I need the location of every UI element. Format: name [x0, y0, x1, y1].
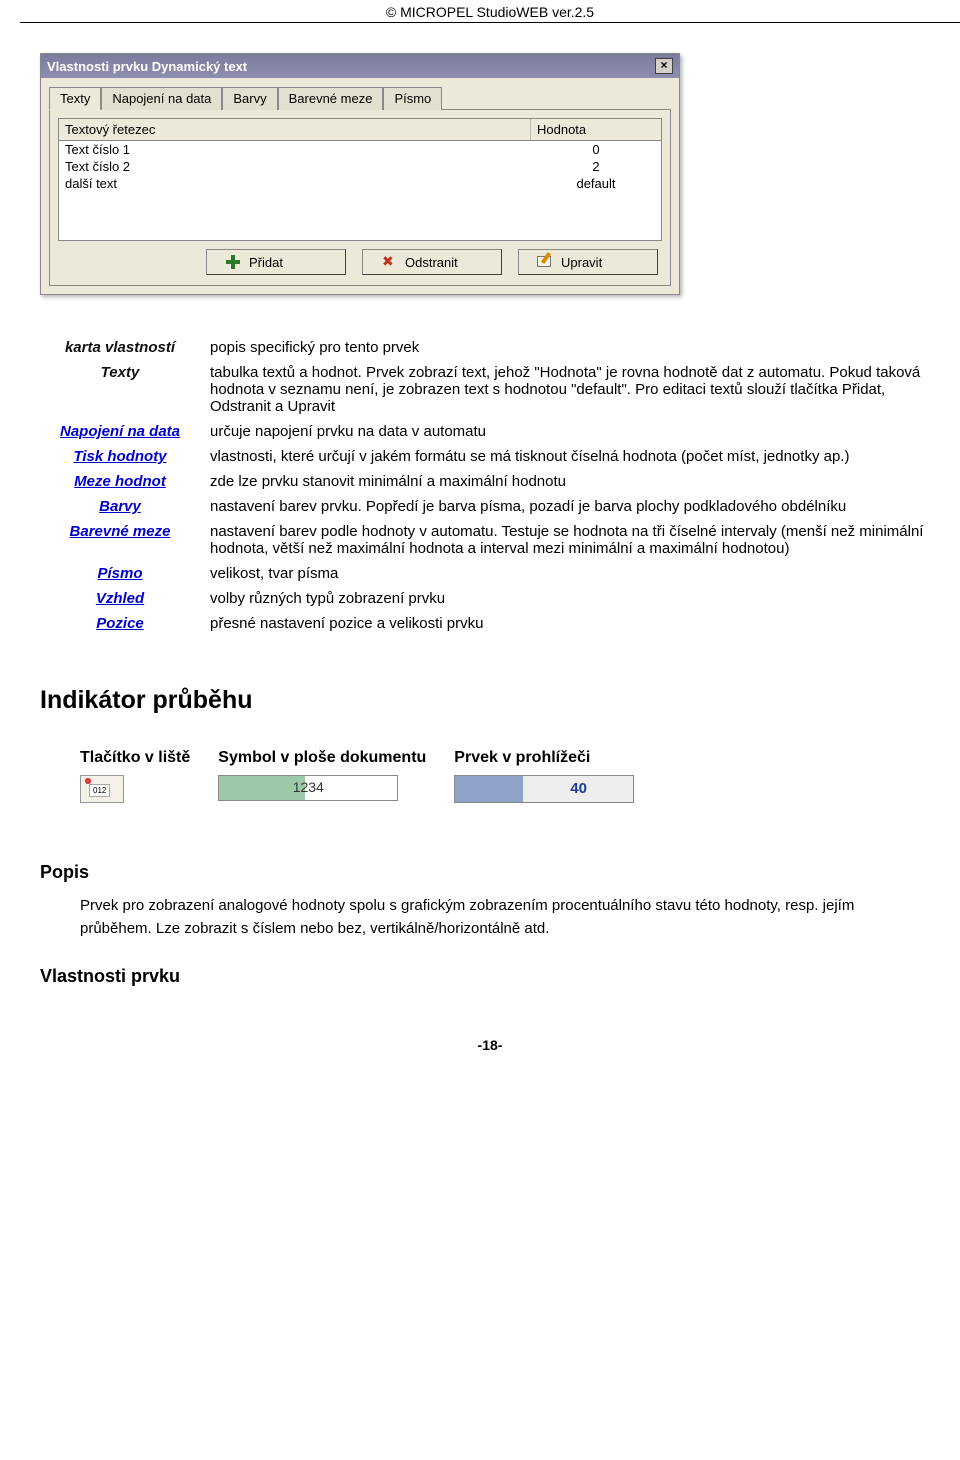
list-body[interactable]: Text číslo 1 0 Text číslo 2 2 další text…: [58, 141, 662, 241]
add-button[interactable]: Přidat: [206, 249, 346, 275]
remove-button-label: Odstranit: [405, 255, 458, 270]
prop-label-link[interactable]: Pozice: [40, 611, 200, 636]
tab-napojeni[interactable]: Napojení na data: [101, 87, 222, 110]
section-title: Indikátor průběhu: [40, 686, 940, 715]
prop-label-link[interactable]: Vzhled: [40, 586, 200, 611]
prop-label: Texty: [40, 360, 200, 419]
table-row: Barevné meze nastavení barev podle hodno…: [40, 519, 940, 561]
list-item[interactable]: další text default: [59, 175, 661, 192]
list-item-text: Text číslo 1: [59, 141, 531, 158]
prop-desc: vlastnosti, které určují v jakém formátu…: [200, 444, 940, 469]
prop-desc: tabulka textů a hodnot. Prvek zobrazí te…: [200, 360, 940, 419]
prop-desc: zde lze prvku stanovit minimální a maxim…: [200, 469, 940, 494]
props-header-right: popis specifický pro tento prvek: [200, 335, 940, 360]
tab-pane: Textový řetezec Hodnota Text číslo 1 0 T…: [49, 109, 671, 286]
col-value: Hodnota: [531, 119, 661, 140]
plus-icon: [225, 254, 241, 270]
prop-desc: nastavení barev podle hodnoty v automatu…: [200, 519, 940, 561]
vlastnosti-heading: Vlastnosti prvku: [40, 966, 940, 987]
prop-desc: určuje napojení prvku na data v automatu: [200, 419, 940, 444]
progress-symbol: 1234: [218, 775, 398, 801]
col-text: Textový řetezec: [59, 119, 531, 140]
progress-symbol-value: 1234: [219, 779, 397, 795]
progress-viewer-value: 40: [570, 780, 587, 797]
prop-desc: přesné nastavení pozice a velikosti prvk…: [200, 611, 940, 636]
tab-barvy[interactable]: Barvy: [222, 87, 277, 110]
trio-cell-toolbutton: [80, 771, 218, 812]
table-row: Napojení na data určuje napojení prvku n…: [40, 419, 940, 444]
delete-icon: [381, 254, 397, 270]
tab-pismo[interactable]: Písmo: [383, 87, 442, 110]
progress-viewer: 40: [454, 775, 634, 803]
table-row: Písmo velikost, tvar písma: [40, 561, 940, 586]
dialog-title: Vlastnosti prvku Dynamický text: [47, 59, 247, 74]
prop-label-link[interactable]: Barevné meze: [40, 519, 200, 561]
table-row: Pozice přesné nastavení pozice a velikos…: [40, 611, 940, 636]
trio-table: Tlačítko v liště Symbol v ploše dokument…: [80, 745, 662, 812]
tab-strip: Texty Napojení na data Barvy Barevné mez…: [41, 78, 679, 109]
add-button-label: Přidat: [249, 255, 283, 270]
list-item[interactable]: Text číslo 2 2: [59, 158, 661, 175]
prop-label-link[interactable]: Barvy: [40, 494, 200, 519]
list-item-value: default: [531, 175, 661, 192]
popis-text: Prvek pro zobrazení analogové hodnoty sp…: [80, 895, 900, 940]
prop-desc: nastavení barev prvku. Popředí je barva …: [200, 494, 940, 519]
copyright-line: © MICROPEL StudioWEB ver.2.5: [20, 0, 960, 23]
table-row: karta vlastností popis specifický pro te…: [40, 335, 940, 360]
popis-heading: Popis: [40, 862, 940, 883]
trio-head-2: Symbol v ploše dokumentu: [218, 745, 454, 771]
prop-label-link[interactable]: Napojení na data: [40, 419, 200, 444]
table-row: Tisk hodnoty vlastnosti, které určují v …: [40, 444, 940, 469]
close-icon[interactable]: ×: [655, 58, 673, 74]
list-item[interactable]: Text číslo 1 0: [59, 141, 661, 158]
button-row: Přidat Odstranit Upravit: [58, 241, 662, 277]
tab-texty[interactable]: Texty: [49, 87, 101, 110]
prop-desc: volby různých typů zobrazení prvku: [200, 586, 940, 611]
table-row: Vzhled volby různých typů zobrazení prvk…: [40, 586, 940, 611]
trio-cell-viewer: 40: [454, 771, 662, 812]
edit-icon: [537, 254, 553, 270]
list-item-value: 2: [531, 158, 661, 175]
properties-table: karta vlastností popis specifický pro te…: [40, 335, 940, 636]
trio-head-1: Tlačítko v liště: [80, 745, 218, 771]
progress-fill: [455, 776, 523, 802]
list-item-value: 0: [531, 141, 661, 158]
edit-button-label: Upravit: [561, 255, 602, 270]
list-header: Textový řetezec Hodnota: [58, 118, 662, 141]
list-item-text: další text: [59, 175, 531, 192]
prop-label-link[interactable]: Písmo: [40, 561, 200, 586]
prop-label-link[interactable]: Meze hodnot: [40, 469, 200, 494]
trio-head-3: Prvek v prohlížeči: [454, 745, 662, 771]
edit-button[interactable]: Upravit: [518, 249, 658, 275]
prop-label-link[interactable]: Tisk hodnoty: [40, 444, 200, 469]
trio-cell-symbol: 1234: [218, 771, 454, 812]
toolbar-button-icon: [80, 775, 124, 803]
table-row: Texty tabulka textů a hodnot. Prvek zobr…: [40, 360, 940, 419]
table-row: Meze hodnot zde lze prvku stanovit minim…: [40, 469, 940, 494]
list-item-text: Text číslo 2: [59, 158, 531, 175]
tab-meze[interactable]: Barevné meze: [278, 87, 384, 110]
remove-button[interactable]: Odstranit: [362, 249, 502, 275]
props-header-left: karta vlastností: [40, 335, 200, 360]
table-row: Barvy nastavení barev prvku. Popředí je …: [40, 494, 940, 519]
dialog-titlebar: Vlastnosti prvku Dynamický text ×: [41, 54, 679, 78]
prop-desc: velikost, tvar písma: [200, 561, 940, 586]
page-number: -18-: [40, 1037, 940, 1053]
properties-dialog: Vlastnosti prvku Dynamický text × Texty …: [40, 53, 680, 295]
